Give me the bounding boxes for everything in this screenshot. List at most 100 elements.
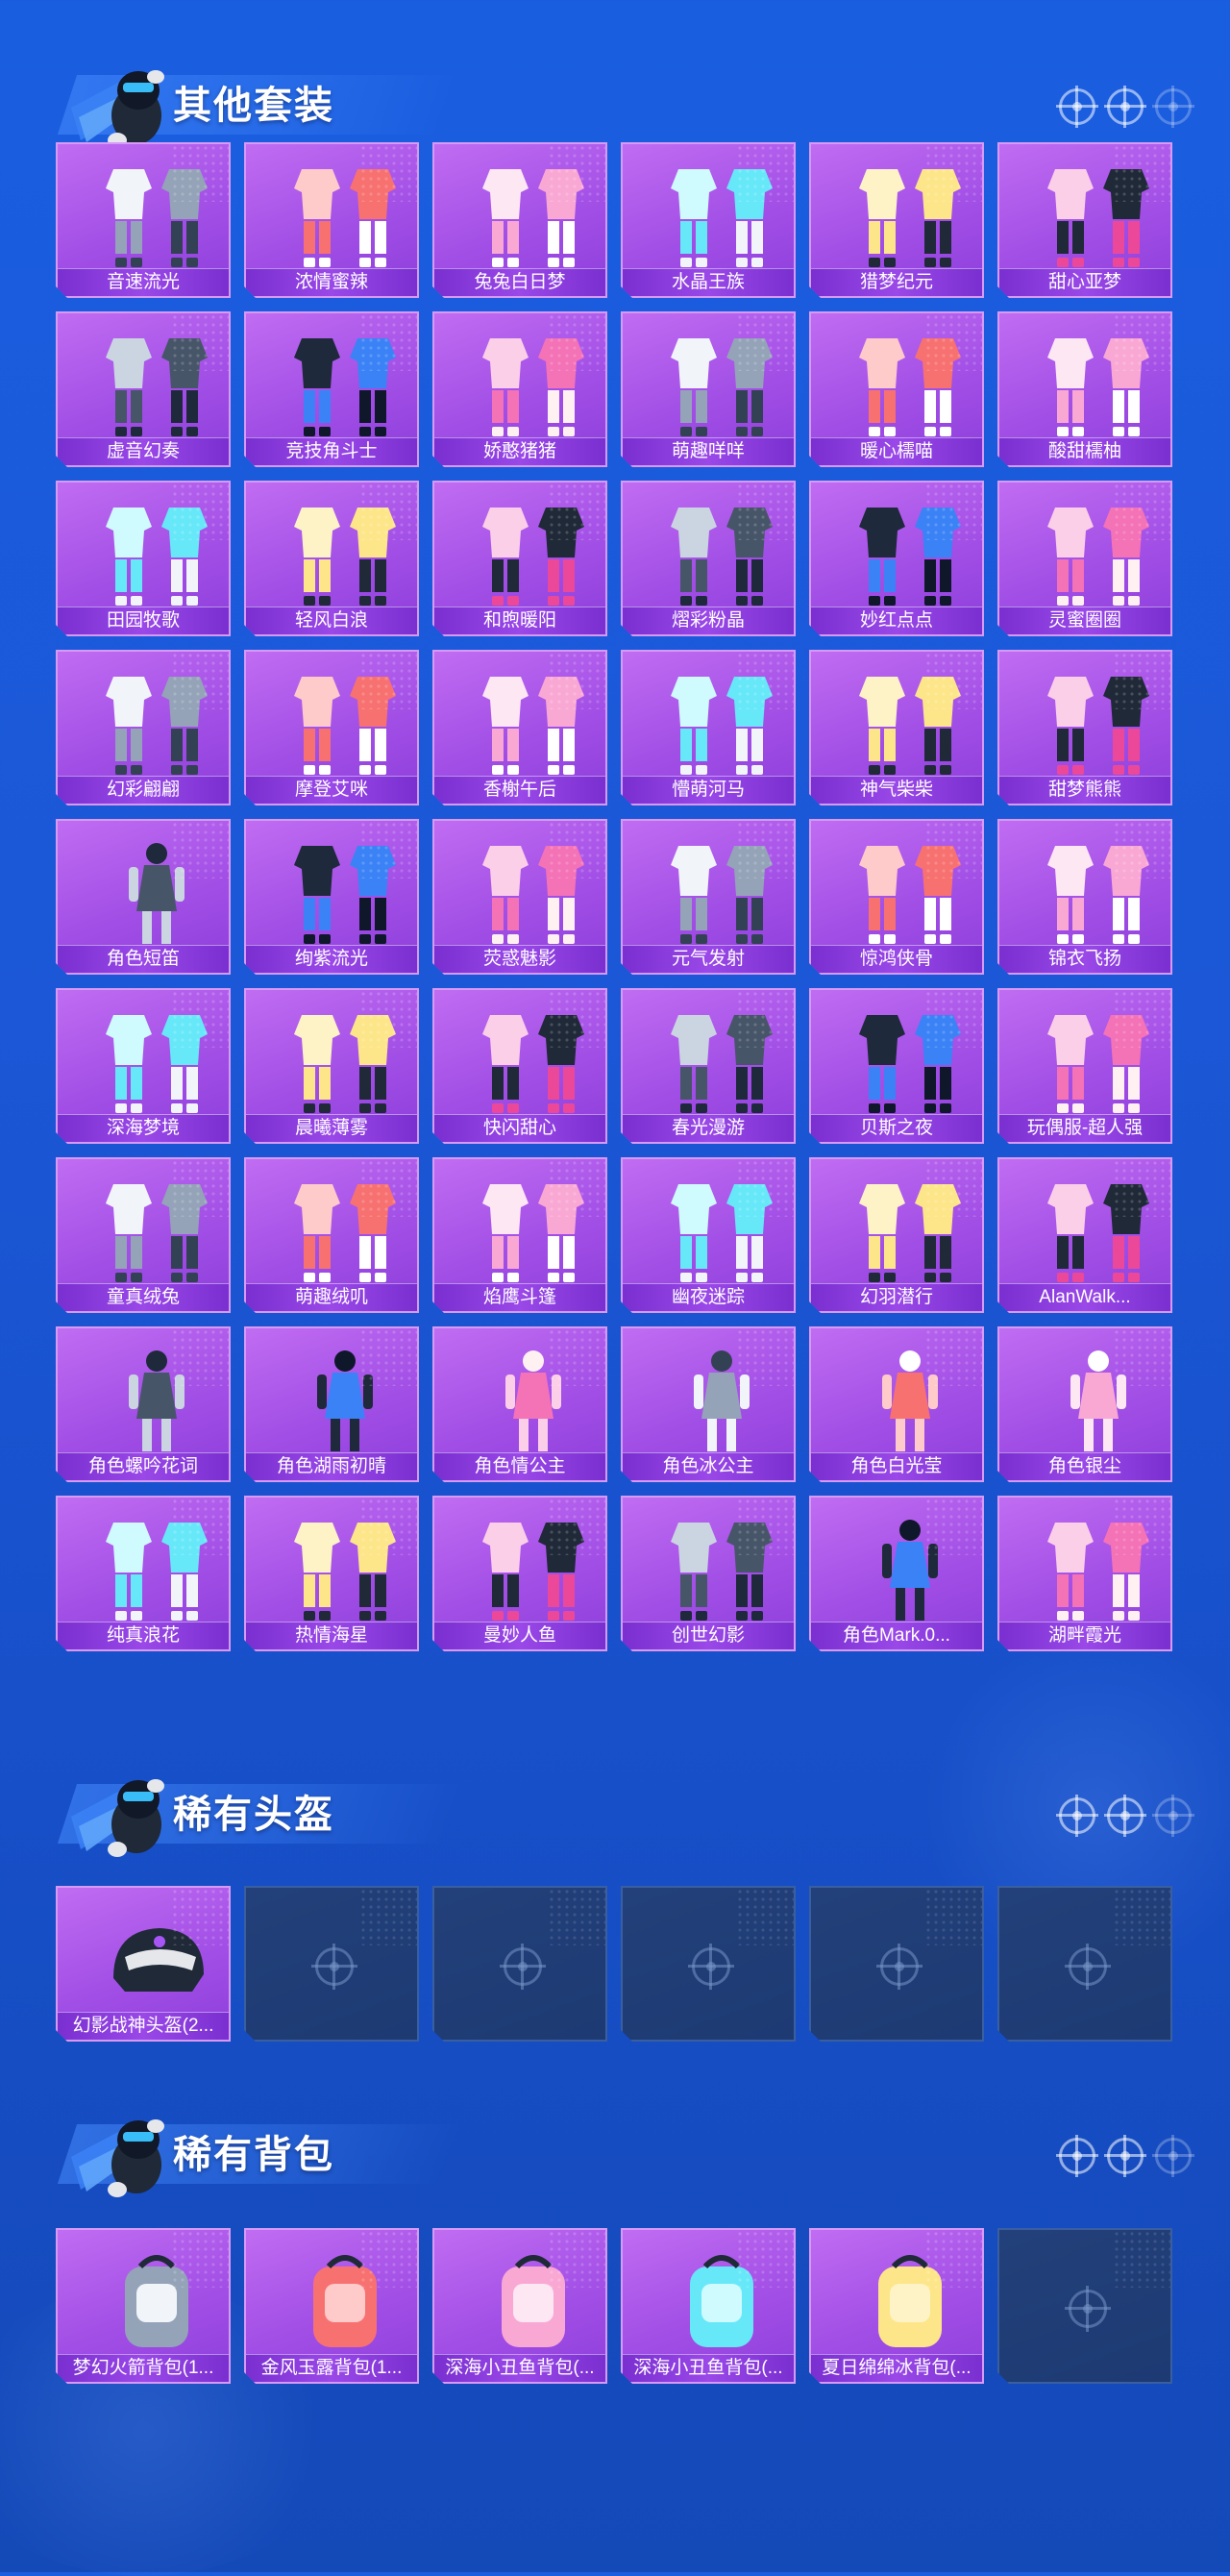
item-card[interactable]: 和煦暖阳 <box>432 481 607 636</box>
item-card[interactable]: 春光漫游 <box>621 988 796 1144</box>
item-card[interactable]: 夏日绵绵冰背包(... <box>809 2228 984 2384</box>
item-card[interactable]: 竞技角斗士 <box>244 311 419 467</box>
item-label: 创世幻影 <box>623 1622 794 1649</box>
item-card[interactable]: 角色短笛 <box>56 819 231 975</box>
item-card[interactable]: 灵蜜圈圈 <box>997 481 1172 636</box>
item-card[interactable]: 萌趣绒叽 <box>244 1157 419 1313</box>
item-label: 竞技角斗士 <box>246 437 417 465</box>
item-card[interactable]: 快闪甜心 <box>432 988 607 1144</box>
item-card[interactable]: 深海小丑鱼背包(... <box>621 2228 796 2384</box>
outfit-icon <box>1026 498 1170 611</box>
outfit-icon <box>461 1175 605 1288</box>
item-art <box>448 1167 592 1280</box>
item-art <box>259 1336 404 1449</box>
item-label: 金风玉露背包(1... <box>246 2354 417 2382</box>
item-card[interactable]: 元气发射 <box>621 819 796 975</box>
item-card[interactable]: 晨曦薄雾 <box>244 988 419 1144</box>
item-card[interactable]: 金风玉露背包(1... <box>244 2228 419 2384</box>
item-art <box>448 490 592 604</box>
helmet-icon <box>85 1903 229 2017</box>
item-card[interactable]: 角色银尘 <box>997 1326 1172 1482</box>
item-art <box>448 1336 592 1449</box>
item-card[interactable]: 角色白光莹 <box>809 1326 984 1482</box>
item-art <box>71 1336 215 1449</box>
item-card[interactable]: 深海梦境 <box>56 988 231 1144</box>
item-card[interactable]: 香榭午后 <box>432 650 607 805</box>
outfit-icon <box>650 498 794 611</box>
item-art <box>1013 152 1157 265</box>
outfit-icon <box>85 160 229 273</box>
item-card[interactable]: 妙红点点 <box>809 481 984 636</box>
item-card[interactable]: 摩登艾咪 <box>244 650 419 805</box>
backpack-icon <box>85 2245 229 2359</box>
item-card[interactable]: 角色湖雨初晴 <box>244 1326 419 1482</box>
item-card[interactable]: 萌趣咩咩 <box>621 311 796 467</box>
item-card[interactable]: 幻彩翩翩 <box>56 650 231 805</box>
item-card[interactable]: 角色冰公主 <box>621 1326 796 1482</box>
item-card[interactable]: 纯真浪花 <box>56 1496 231 1651</box>
item-card[interactable]: 酸甜檽柚 <box>997 311 1172 467</box>
item-label: 熠彩粉晶 <box>623 607 794 634</box>
item-card[interactable]: 湖畔霞光 <box>997 1496 1172 1651</box>
outfit-icon <box>650 329 794 442</box>
item-card[interactable]: 创世幻影 <box>621 1496 796 1651</box>
item-card[interactable]: 童真绒兔 <box>56 1157 231 1313</box>
item-card[interactable]: 音速流光 <box>56 142 231 298</box>
crosshair-icon <box>1104 2135 1146 2177</box>
item-art <box>448 829 592 942</box>
item-art <box>71 829 215 942</box>
item-card[interactable]: 神气柴柴 <box>809 650 984 805</box>
character-icon <box>461 1344 605 1457</box>
item-card[interactable]: 娇憨猪猪 <box>432 311 607 467</box>
item-card[interactable]: 角色Mark.0... <box>809 1496 984 1651</box>
item-label: 角色螺吟花词 <box>58 1452 229 1480</box>
item-card[interactable]: 浓情蜜辣 <box>244 142 419 298</box>
item-grid: 幻影战神头盔(2... <box>56 1886 1172 2042</box>
empty-crosshair-icon <box>1069 1947 1107 1986</box>
item-card[interactable]: 贝斯之夜 <box>809 988 984 1144</box>
section-title: 稀有头盔 <box>173 1794 334 1836</box>
item-card[interactable]: 荧惑魅影 <box>432 819 607 975</box>
item-label: 锦衣飞扬 <box>999 945 1170 973</box>
item-card[interactable]: 深海小丑鱼背包(... <box>432 2228 607 2384</box>
outfit-icon <box>461 498 605 611</box>
item-card[interactable]: 水晶王族 <box>621 142 796 298</box>
item-art <box>259 659 404 773</box>
item-art <box>636 659 780 773</box>
item-card[interactable]: 幻羽潜行 <box>809 1157 984 1313</box>
item-art <box>824 490 969 604</box>
empty-slot <box>997 2228 1172 2384</box>
item-card[interactable]: 幽夜迷踪 <box>621 1157 796 1313</box>
item-card[interactable]: 绚紫流光 <box>244 819 419 975</box>
item-art <box>71 998 215 1111</box>
outfit-icon <box>273 1513 417 1626</box>
outfit-icon <box>650 836 794 950</box>
item-card[interactable]: 兔兔白日梦 <box>432 142 607 298</box>
item-card[interactable]: 猎梦纪元 <box>809 142 984 298</box>
outfit-icon <box>461 160 605 273</box>
item-card[interactable]: 惊鸿侠骨 <box>809 819 984 975</box>
item-card[interactable]: 懵萌河马 <box>621 650 796 805</box>
item-card[interactable]: 锦衣飞扬 <box>997 819 1172 975</box>
item-card[interactable]: 梦幻火箭背包(1... <box>56 2228 231 2384</box>
item-card[interactable]: 角色螺吟花词 <box>56 1326 231 1482</box>
character-icon <box>85 836 229 950</box>
item-card[interactable]: 熠彩粉晶 <box>621 481 796 636</box>
item-card[interactable]: 玩偶服-超人强 <box>997 988 1172 1144</box>
item-card[interactable]: 曼妙人鱼 <box>432 1496 607 1651</box>
item-label: 深海小丑鱼背包(... <box>623 2354 794 2382</box>
outfit-icon <box>85 498 229 611</box>
item-card[interactable]: 暖心檽喵 <box>809 311 984 467</box>
item-card[interactable]: 幻影战神头盔(2... <box>56 1886 231 2042</box>
item-card[interactable]: 虚音幻奏 <box>56 311 231 467</box>
item-card[interactable]: 田园牧歌 <box>56 481 231 636</box>
item-card[interactable]: 焰鹰斗篷 <box>432 1157 607 1313</box>
outfit-icon <box>273 1175 417 1288</box>
item-label: 快闪甜心 <box>434 1114 605 1142</box>
item-card[interactable]: 热情海星 <box>244 1496 419 1651</box>
item-card[interactable]: 甜梦熊熊 <box>997 650 1172 805</box>
item-card[interactable]: 角色情公主 <box>432 1326 607 1482</box>
item-card[interactable]: 轻风白浪 <box>244 481 419 636</box>
item-card[interactable]: AlanWalk... <box>997 1157 1172 1313</box>
item-card[interactable]: 甜心亚梦 <box>997 142 1172 298</box>
